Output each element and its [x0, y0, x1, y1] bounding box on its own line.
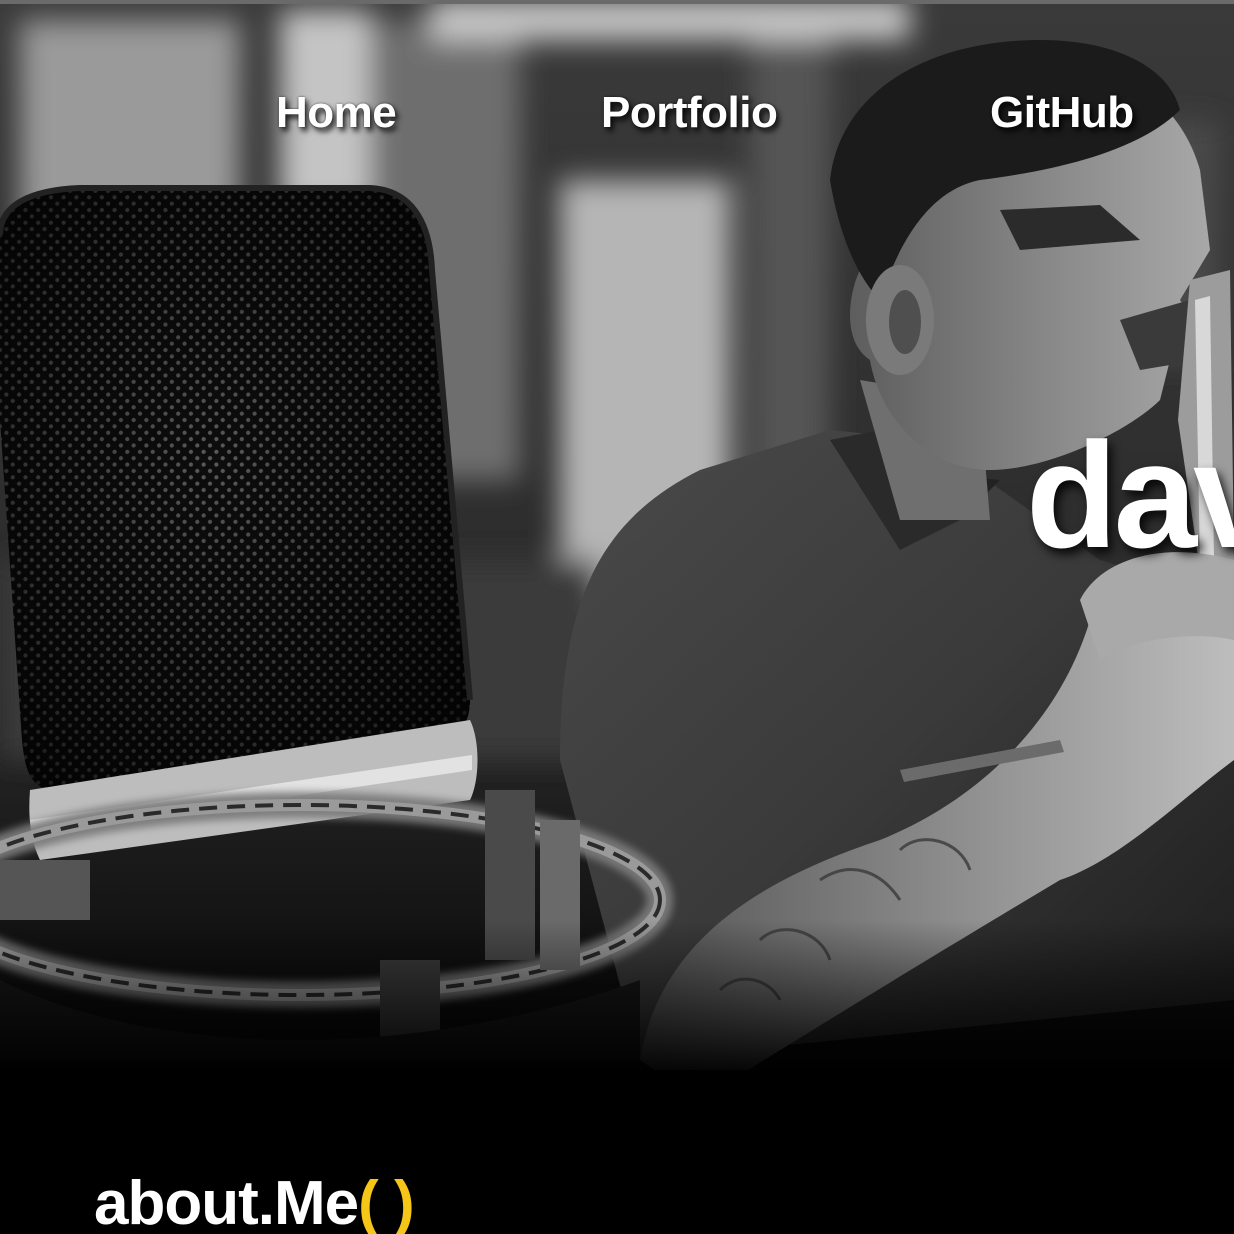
nav-github-link[interactable]: GitHub: [990, 88, 1134, 138]
about-heading: about.Me( ): [94, 1168, 415, 1234]
about-heading-text: about.Me: [94, 1169, 359, 1234]
hero-name: dav: [1026, 411, 1234, 579]
nav-home-link[interactable]: Home: [276, 88, 397, 138]
about-heading-parens: ( ): [358, 1169, 415, 1234]
nav-portfolio-link[interactable]: Portfolio: [601, 88, 778, 138]
hero-photo: [0, 0, 1234, 1234]
top-strip: [0, 0, 1234, 4]
main-nav: Home Portfolio GitHub: [0, 88, 1234, 148]
page: Home Portfolio GitHub dav about.Me( ): [0, 0, 1234, 1234]
